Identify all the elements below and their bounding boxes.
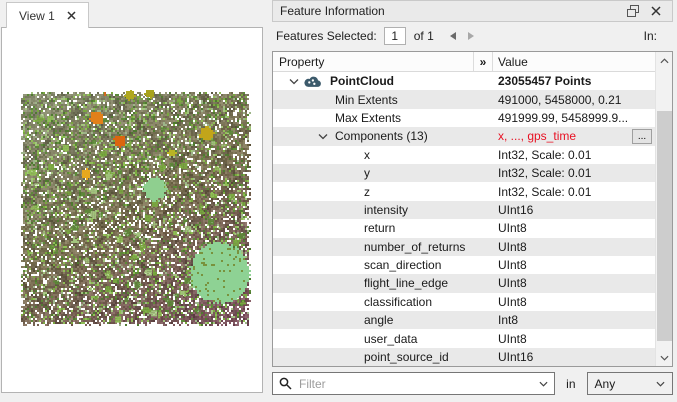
property-name: flight_line_edge [364,276,449,291]
scroll-down-icon[interactable] [656,349,672,366]
property-value: UInt8 [498,239,527,254]
property-value: x, ..., gps_time [498,129,577,144]
property-name: angle [364,313,394,328]
property-value: Int32, Scale: 0.01 [498,166,592,181]
view-tabbar: View 1 [0,0,266,28]
property-value: Int32, Scale: 0.01 [498,147,592,162]
property-value: UInt8 [498,221,527,236]
chevron-down-icon[interactable] [289,78,303,85]
chevron-down-icon [539,381,548,387]
property-name: number_of_returns [364,239,466,254]
float-panel-icon[interactable] [624,3,642,19]
property-value: UInt8 [498,331,527,346]
ellipsis-button[interactable]: ... [632,128,652,144]
application-window: View 1 Feature Information Features Sele… [0,0,677,402]
property-name: scan_direction [364,258,442,273]
search-icon [279,377,292,390]
tab-close-icon[interactable] [67,11,76,20]
property-name: Max Extents [335,110,402,125]
view-pane: View 1 [0,0,266,402]
table-row[interactable]: intensity UInt16 [273,200,655,220]
panel-titlebar: Feature Information [272,0,673,22]
table-row[interactable]: x Int32, Scale: 0.01 [273,146,655,164]
property-name: x [364,147,370,162]
arrow-right-icon [467,32,474,40]
tab-view-1[interactable]: View 1 [6,2,89,28]
property-value: UInt8 [498,294,527,309]
table-row[interactable]: Components (13) x, ..., gps_time ... [273,127,655,146]
property-value: Int32, Scale: 0.01 [498,184,592,199]
next-feature-button[interactable] [462,28,480,44]
property-name: user_data [364,331,418,346]
chevron-down-icon[interactable] [318,133,332,140]
table-row[interactable]: Min Extents 491000, 5458000, 0.21 [273,90,655,109]
features-toolbar: Features Selected: 1 of 1 In: [272,24,673,48]
table-row[interactable]: PointCloud 23055457 Points [273,72,655,90]
property-value: UInt16 [498,202,534,217]
property-value: UInt8 [498,258,527,273]
property-value: 491999.99, 5458999.9... [498,110,629,125]
table-row[interactable]: user_data UInt8 [273,329,655,347]
property-name: PointCloud [330,74,394,89]
chevron-down-icon [656,381,665,387]
table-row[interactable]: y Int32, Scale: 0.01 [273,163,655,183]
previous-feature-button[interactable] [444,28,462,44]
pointcloud-icon [303,75,327,88]
property-name: Min Extents [335,92,398,107]
table-row[interactable]: return UInt8 [273,219,655,237]
property-name: point_source_id [364,350,449,365]
panel-title: Feature Information [280,4,385,18]
feature-count-label: of 1 [413,29,434,43]
feature-index-input[interactable]: 1 [383,27,406,45]
property-value: Int8 [498,313,519,328]
filter-scope-select[interactable]: Any [586,372,673,395]
property-value: 491000, 5458000, 0.21 [498,92,622,107]
column-expander-button[interactable]: » [474,52,493,71]
property-value: UInt8 [498,276,527,291]
filter-placeholder: Filter [299,376,326,391]
property-name: z [364,184,370,199]
table-row[interactable]: point_source_id UInt16 [273,347,655,366]
property-name: Components (13) [335,129,428,144]
property-value: 23055457 Points [498,74,592,89]
filter-input[interactable]: Filter [272,372,556,395]
filter-in-label: in [566,376,576,391]
table-row[interactable]: Max Extents 491999.99, 5458999.9... [273,109,655,127]
filter-scope-value: Any [594,376,616,391]
property-value: UInt16 [498,350,534,365]
table-row[interactable]: classification UInt8 [273,293,655,311]
pointcloud-render[interactable] [19,90,253,328]
filter-bar: Filter in Any [272,372,673,395]
in-label: In: [643,29,657,43]
table-row[interactable]: z Int32, Scale: 0.01 [273,182,655,200]
table-header: Property » Value [273,52,672,72]
table-row[interactable]: number_of_returns UInt8 [273,237,655,256]
property-name: intensity [364,202,409,217]
feature-information-panel: Feature Information Features Selected: 1… [268,0,677,402]
features-selected-label: Features Selected: [276,29,377,43]
property-table: Property » Value PointCloud 23055457 Poi… [272,51,673,367]
close-panel-icon[interactable] [647,3,665,19]
map-viewport[interactable] [1,27,263,393]
table-row[interactable]: angle Int8 [273,311,655,330]
arrow-left-icon [449,32,456,40]
property-table-rows: PointCloud 23055457 Points Min Extents 4… [273,72,655,366]
table-row[interactable]: flight_line_edge UInt8 [273,274,655,293]
table-row[interactable]: scan_direction UInt8 [273,256,655,274]
vertical-scrollbar[interactable] [655,52,672,366]
property-column-header: Property [273,52,474,71]
value-column-header: Value [498,54,528,69]
property-name: classification [364,294,433,309]
scrollbar-thumb[interactable] [657,111,672,341]
property-name: y [364,166,370,181]
property-name: return [364,221,396,236]
tab-view-1-label: View 1 [19,8,55,23]
scroll-up-icon[interactable] [656,52,672,69]
